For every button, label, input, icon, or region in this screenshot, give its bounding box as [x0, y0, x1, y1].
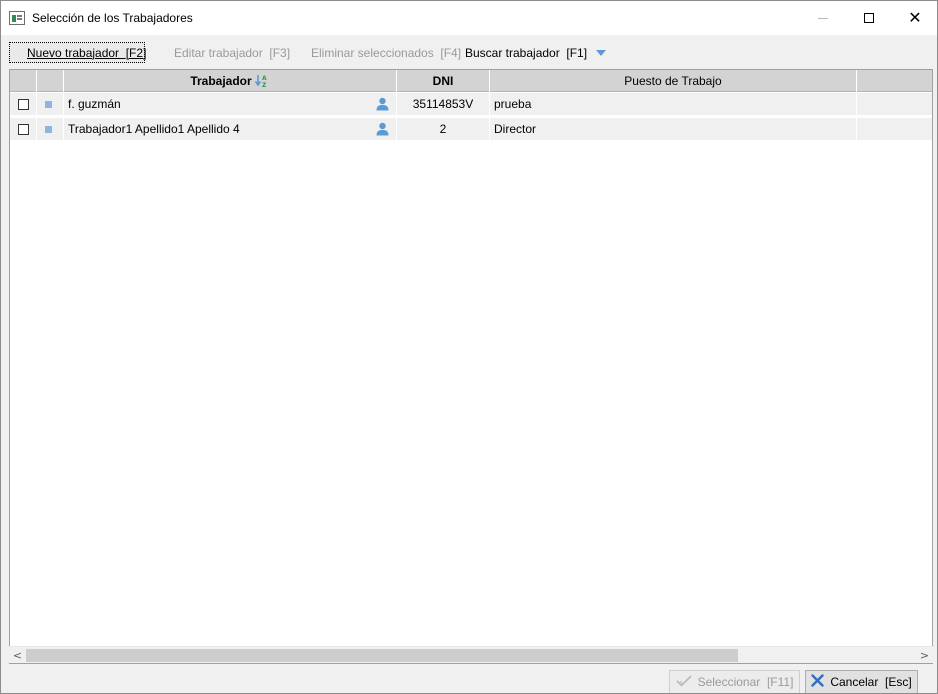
x-icon — [811, 674, 825, 690]
cancel-label: Cancelar [Esc] — [830, 675, 912, 689]
row-indicator-icon — [45, 100, 52, 108]
close-icon: ✕ — [908, 8, 922, 27]
search-worker-button[interactable]: Buscar trabajador [F1] — [465, 42, 607, 63]
row-checkbox[interactable] — [18, 123, 29, 135]
trabajador-name: f. guzmán — [68, 97, 121, 111]
grid-header: Trabajador A Z DNI Puesto de Trabajo — [10, 70, 932, 92]
workers-grid: Trabajador A Z DNI Puesto de Trabajo f. … — [9, 69, 933, 664]
table-row[interactable]: Trabajador1 Apellido1 Apellido 4 2 Direc… — [10, 117, 932, 140]
puesto-value: prueba — [494, 97, 532, 111]
svg-text:Z: Z — [262, 82, 267, 88]
cell-dni[interactable]: 2 — [397, 118, 490, 140]
cancel-button[interactable]: Cancelar [Esc] — [805, 670, 918, 693]
cell-extra — [857, 93, 932, 115]
app-window-icon — [9, 11, 25, 25]
sort-az-icon: A Z — [254, 74, 270, 89]
header-dni[interactable]: DNI — [397, 70, 490, 92]
cell-puesto[interactable]: prueba — [490, 93, 857, 115]
row-indicator-cell — [37, 118, 64, 140]
select-label: Seleccionar [F11] — [697, 675, 794, 689]
header-indicator-column[interactable] — [37, 70, 64, 92]
selection-window: Selección de los Trabajadores ✕ Nuevo tr… — [0, 0, 938, 694]
scroll-right-arrow-icon[interactable]: > — [916, 647, 933, 664]
header-checkbox-column[interactable] — [10, 70, 37, 92]
header-extra-column[interactable] — [857, 70, 932, 92]
cell-trabajador[interactable]: f. guzmán — [64, 93, 397, 115]
search-worker-label: Buscar trabajador [F1] — [465, 45, 588, 60]
check-icon — [676, 674, 692, 690]
row-checkbox-cell[interactable] — [10, 118, 37, 140]
maximize-button[interactable] — [846, 1, 892, 35]
new-worker-button[interactable]: Nuevo trabajador [F2] — [9, 42, 147, 63]
maximize-icon — [864, 13, 874, 23]
dni-value: 2 — [439, 122, 447, 136]
person-icon[interactable] — [376, 122, 389, 136]
puesto-value: Director — [494, 122, 537, 136]
scroll-left-arrow-icon[interactable]: < — [9, 647, 26, 664]
row-indicator-cell — [37, 93, 64, 115]
trabajador-name: Trabajador1 Apellido1 Apellido 4 — [68, 122, 240, 136]
header-trabajador[interactable]: Trabajador A Z — [64, 70, 397, 92]
scrollbar-thumb[interactable] — [26, 649, 738, 662]
row-indicator-icon — [45, 125, 52, 133]
chevron-down-icon — [596, 50, 607, 56]
row-checkbox-cell[interactable] — [10, 93, 37, 115]
new-worker-label: Nuevo trabajador [F2] — [27, 45, 147, 60]
window-title: Selección de los Trabajadores — [32, 11, 193, 25]
edit-worker-button[interactable]: Editar trabajador [F3] — [174, 42, 290, 63]
table-row[interactable]: f. guzmán 35114853V prueba — [10, 92, 932, 115]
cell-trabajador[interactable]: Trabajador1 Apellido1 Apellido 4 — [64, 118, 397, 140]
delete-selected-label: Eliminar seleccionados [F4] — [311, 45, 462, 60]
delete-selected-button[interactable]: Eliminar seleccionados [F4] — [311, 42, 461, 63]
edit-worker-label: Editar trabajador [F3] — [174, 45, 291, 60]
toolbar: Nuevo trabajador [F2] Editar trabajador … — [1, 35, 937, 67]
minimize-button[interactable] — [800, 1, 846, 35]
header-dni-label: DNI — [432, 74, 454, 88]
cell-puesto[interactable]: Director — [490, 118, 857, 140]
header-puesto[interactable]: Puesto de Trabajo — [490, 70, 857, 92]
header-puesto-label: Puesto de Trabajo — [624, 74, 722, 88]
svg-text:A: A — [262, 75, 267, 82]
header-trabajador-label: Trabajador — [190, 74, 252, 88]
close-button[interactable]: ✕ — [892, 1, 937, 35]
select-button[interactable]: Seleccionar [F11] — [669, 670, 800, 693]
cell-extra — [857, 118, 932, 140]
dni-value: 35114853V — [412, 97, 474, 111]
cell-dni[interactable]: 35114853V — [397, 93, 490, 115]
minimize-icon — [818, 17, 828, 19]
person-icon[interactable] — [376, 97, 389, 111]
title-bar: Selección de los Trabajadores ✕ — [1, 1, 937, 35]
horizontal-scrollbar[interactable]: < > — [9, 646, 933, 663]
row-checkbox[interactable] — [18, 98, 29, 110]
